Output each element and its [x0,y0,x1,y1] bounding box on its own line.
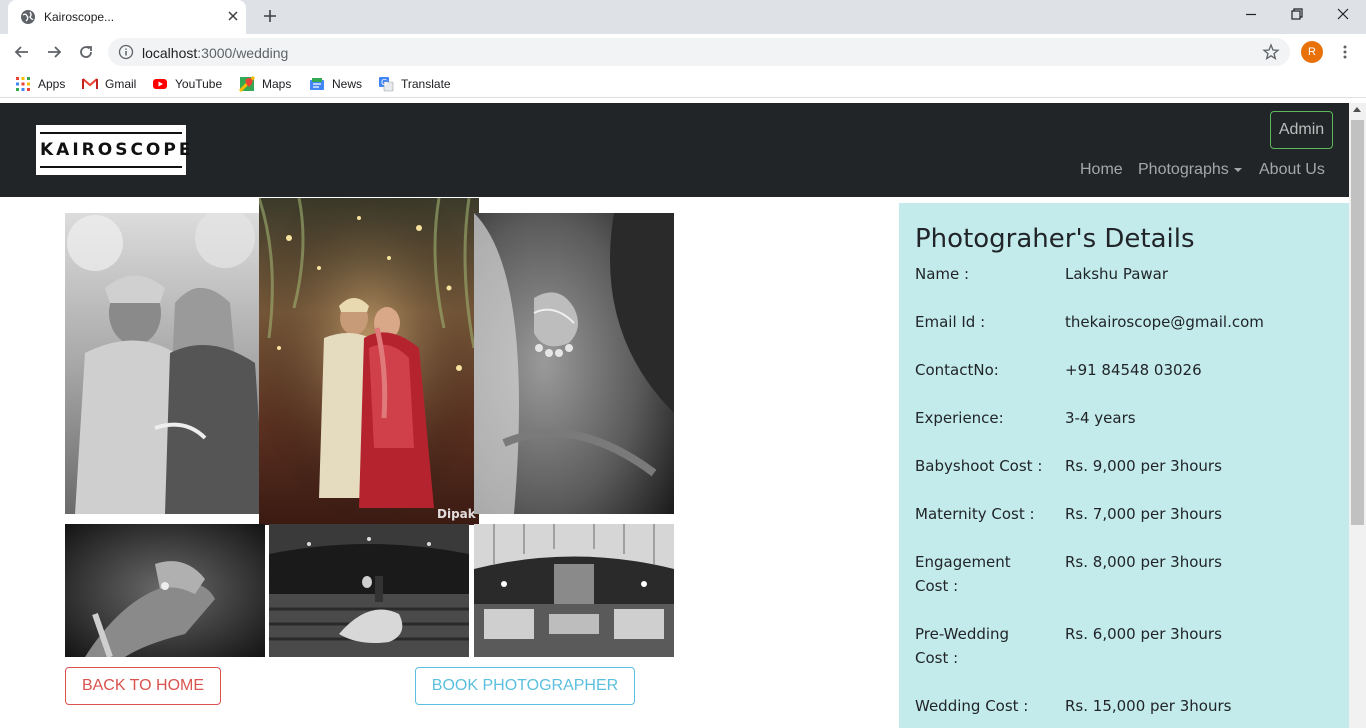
photo-image [65,524,265,657]
gallery-photo-ring[interactable] [65,524,265,657]
detail-label: Email Id : [915,313,986,331]
logo-frame: KAIROSCOPE [40,132,194,168]
news-icon [310,78,324,90]
scroll-up-arrow-icon[interactable] [1353,107,1361,112]
minimize-icon[interactable] [1243,6,1259,22]
bookmarks-bar: Apps Gmail YouTube Maps News G Translate [0,70,1366,98]
browser-tab[interactable]: Kairoscope... [8,0,246,34]
nav-photographs[interactable]: Photographs [1138,161,1242,179]
detail-value: Rs. 9,000 per 3hours [1065,457,1222,475]
detail-value: Rs. 6,000 per 3hours [1065,625,1222,643]
photographer-details-panel: Photograher's Details Name : Lakshu Pawa… [899,203,1349,728]
svg-text:G: G [381,78,387,87]
photo-watermark: Dipak [437,507,477,521]
forward-arrow-icon[interactable] [44,42,64,62]
gallery-photo-stage[interactable] [269,524,469,657]
bookmark-label: Translate [401,77,451,91]
details-title: Photograher's Details [915,224,1195,254]
gallery-photo-couple-bw[interactable] [65,213,265,514]
gallery-photo-hall[interactable] [474,524,674,657]
bookmark-maps[interactable]: Maps [239,76,294,92]
detail-label: Babyshoot Cost : [915,457,1043,475]
bookmark-apps[interactable]: Apps [15,76,70,92]
tab-title: Kairoscope... [44,10,115,24]
nav-photographs-label: Photographs [1138,161,1229,178]
gallery-photo-couple-featured[interactable]: Dipak [259,198,479,525]
browser-tab-strip: Kairoscope... [0,0,1366,34]
browser-toolbar: localhost:3000/wedding R [0,34,1366,70]
nav-about[interactable]: About Us [1259,161,1325,179]
detail-value: thekairoscope@gmail.com [1065,313,1264,331]
url-path: :3000/wedding [197,45,289,61]
nav-home[interactable]: Home [1080,161,1123,179]
youtube-icon [153,79,167,89]
logo-text: KAIROSCOPE [40,140,194,160]
browser-menu-icon[interactable] [1337,44,1353,60]
admin-button[interactable]: Admin [1270,111,1333,149]
photo-image [474,524,674,657]
close-window-icon[interactable] [1335,6,1351,22]
bookmark-translate[interactable]: G Translate [378,76,453,92]
close-tab-icon[interactable] [226,9,240,23]
page-scrollbar[interactable] [1349,103,1366,728]
photo-image [474,213,674,514]
bookmark-news[interactable]: News [309,76,364,92]
new-tab-icon[interactable] [262,8,278,24]
detail-label: Pre-Wedding Cost : [915,625,1010,667]
bookmark-label: News [332,77,363,91]
detail-value: Rs. 15,000 per 3hours [1065,697,1232,715]
detail-label: Experience: [915,409,1004,427]
photo-image: Dipak [259,198,479,525]
detail-label: Maternity Cost : [915,505,1035,523]
detail-label: Name : [915,265,970,283]
photo-image [65,213,265,514]
back-to-home-button[interactable]: BACK TO HOME [65,667,221,705]
gallery-photo-earring[interactable] [474,213,674,514]
back-arrow-icon[interactable] [12,42,32,62]
url-text: localhost:3000/wedding [142,45,288,61]
address-bar[interactable]: localhost:3000/wedding [108,38,1290,66]
gmail-icon [82,78,98,89]
detail-label: Wedding Cost : [915,697,1029,715]
caret-down-icon [1233,167,1242,172]
bookmark-label: YouTube [175,77,223,91]
bookmark-label: Apps [38,77,66,91]
info-icon[interactable] [118,44,134,60]
bookmark-label: Maps [262,77,292,91]
bookmark-youtube[interactable]: YouTube [152,76,227,92]
profile-avatar[interactable]: R [1301,41,1323,63]
restore-icon[interactable] [1289,6,1305,22]
bookmark-label: Gmail [105,77,137,91]
bookmark-gmail[interactable]: Gmail [82,76,142,92]
site-logo[interactable]: KAIROSCOPE [36,125,194,175]
url-host: localhost [142,45,198,61]
apps-grid-icon [16,77,30,91]
maps-icon [239,76,255,92]
detail-value: +91 84548 03026 [1065,361,1202,379]
globe-icon [21,10,35,24]
detail-label: Engagement Cost : [915,553,1011,595]
reload-icon[interactable] [76,42,96,62]
book-photographer-button[interactable]: BOOK PHOTOGRAPHER [415,667,635,705]
detail-value: Lakshu Pawar [1065,265,1169,283]
scrollbar-thumb[interactable] [1351,120,1364,525]
site-navbar: KAIROSCOPE Admin Home Photographs About … [0,103,1349,197]
detail-label: ContactNo: [915,361,999,379]
detail-value: 3-4 years [1065,409,1136,427]
page-viewport: KAIROSCOPE Admin Home Photographs About … [0,103,1366,728]
bookmark-star-icon[interactable] [1262,43,1280,61]
detail-value: Rs. 8,000 per 3hours [1065,553,1222,571]
detail-value: Rs. 7,000 per 3hours [1065,505,1222,523]
translate-icon: G [379,77,394,92]
photo-image [269,524,469,657]
